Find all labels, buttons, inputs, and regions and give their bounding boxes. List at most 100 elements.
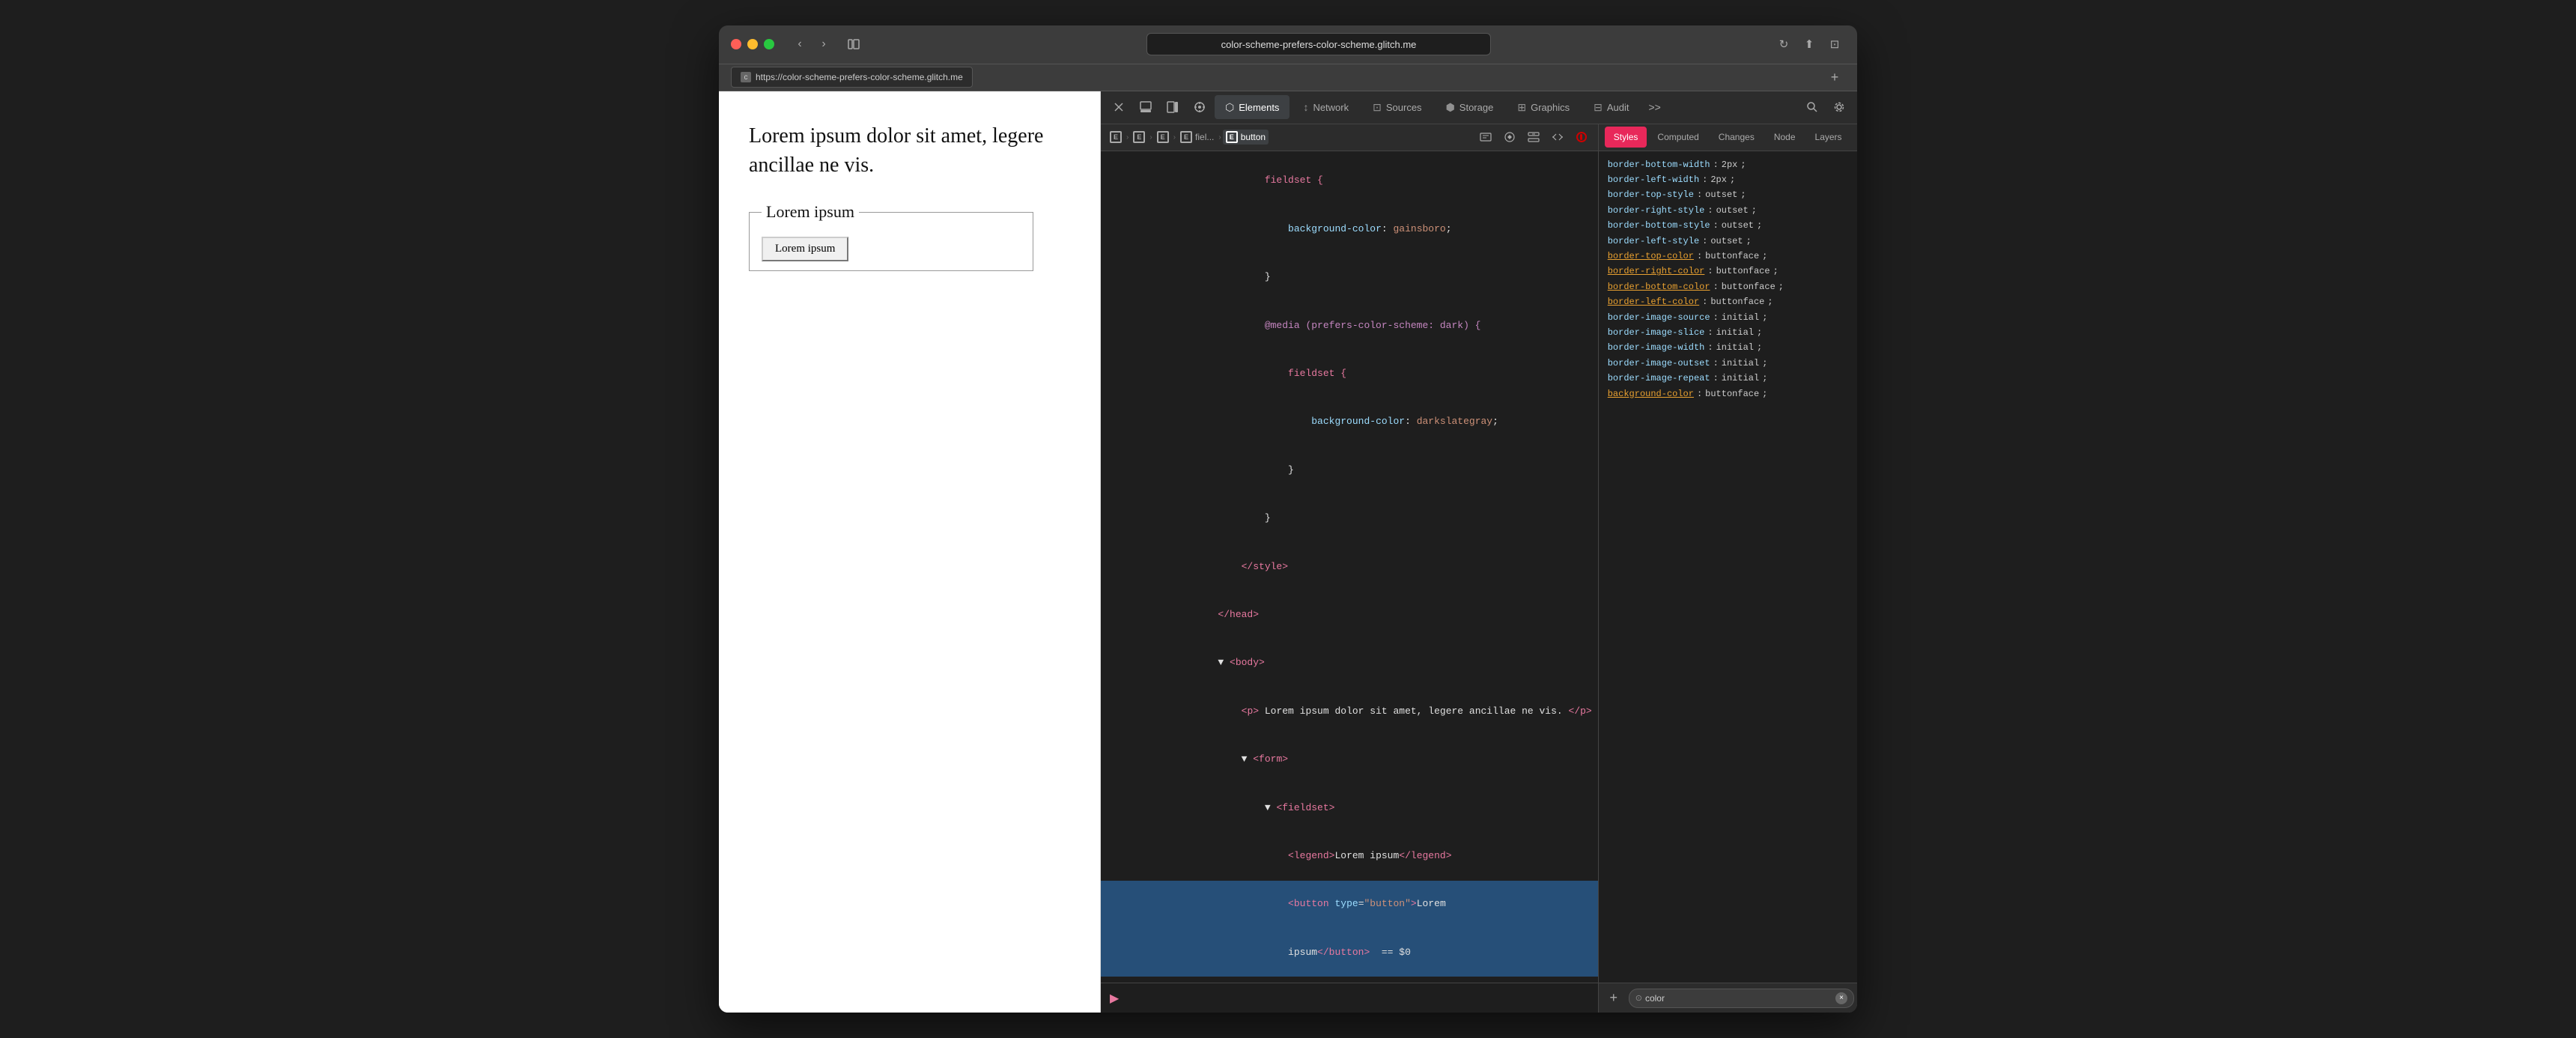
tab-sources[interactable]: ⊡ Sources: [1362, 95, 1432, 119]
dom-line[interactable]: ▼ <fieldset>: [1101, 784, 1598, 832]
maximize-button[interactable]: [764, 39, 774, 49]
network-icon: ↕: [1303, 101, 1308, 113]
dom-line[interactable]: @media (prefers-color-scheme: dark) {: [1101, 302, 1598, 350]
dom-line[interactable]: fieldset {: [1101, 157, 1598, 205]
share-button[interactable]: ⬆: [1799, 34, 1820, 55]
close-button[interactable]: [731, 39, 741, 49]
edit-as-html-button[interactable]: [1547, 127, 1568, 148]
style-property-background-color: background-color : buttonface ;: [1608, 386, 1857, 401]
bc-chevron-4: ›: [1218, 133, 1221, 142]
dom-line[interactable]: ▼ <form>: [1101, 735, 1598, 783]
dom-line[interactable]: fieldset {: [1101, 350, 1598, 398]
style-property-border-right-style: border-right-style : outset ;: [1608, 203, 1857, 218]
storage-icon: ⬢: [1446, 101, 1455, 114]
minimize-button[interactable]: [747, 39, 758, 49]
styles-tabs: Styles Computed Changes Node Layers: [1599, 124, 1857, 151]
styles-tab-node[interactable]: Node: [1765, 127, 1805, 148]
breadcrumb-item-2[interactable]: E: [1130, 130, 1148, 145]
tab-network[interactable]: ↕ Network: [1292, 95, 1359, 119]
tab-favicon: c: [741, 72, 751, 82]
nav-buttons: ‹ ›: [789, 34, 834, 55]
filter-input-wrapper: ⊙ ×: [1629, 989, 1854, 1008]
dom-line[interactable]: background-color: gainsboro;: [1101, 205, 1598, 253]
tab-audit[interactable]: ⊟ Audit: [1583, 95, 1639, 119]
new-rule-button[interactable]: [1475, 127, 1496, 148]
dock-bottom-button[interactable]: [1134, 95, 1158, 119]
dom-line[interactable]: </style>: [1101, 543, 1598, 591]
bc-chevron-2: ›: [1149, 133, 1152, 142]
style-property-border-left-color: border-left-color : buttonface ;: [1608, 294, 1857, 309]
breadcrumb-item-button[interactable]: E button: [1223, 130, 1269, 145]
style-property-border-bottom-style: border-bottom-style : outset ;: [1608, 218, 1857, 233]
breadcrumb-item-fieldset[interactable]: E fiel...: [1177, 130, 1217, 145]
dom-line[interactable]: <legend>Lorem ipsum</legend>: [1101, 832, 1598, 880]
styles-footer: + ⊙ × Classes: [1599, 983, 1857, 1013]
audit-icon: ⊟: [1594, 101, 1603, 114]
reload-button[interactable]: ↻: [1773, 34, 1794, 55]
force-state-button[interactable]: [1499, 127, 1520, 148]
dom-line[interactable]: }: [1101, 253, 1598, 301]
dock-right-button[interactable]: [1161, 95, 1185, 119]
sidebar-toggle-button[interactable]: [843, 34, 864, 55]
settings-button[interactable]: [1827, 95, 1851, 119]
dom-line-selected[interactable]: <button type="button">Lorem: [1101, 881, 1598, 929]
dom-line[interactable]: </head>: [1101, 591, 1598, 639]
dom-pane: E › E › E › E fiel...: [1101, 124, 1599, 1013]
new-tab-button[interactable]: +: [1824, 67, 1845, 88]
back-button[interactable]: ‹: [789, 34, 810, 55]
tab-label: https://color-scheme-prefers-color-schem…: [756, 72, 963, 82]
toggle-classes-button[interactable]: [1523, 127, 1544, 148]
main-area: Lorem ipsum dolor sit amet, legere ancil…: [719, 91, 1857, 1013]
dom-line[interactable]: ▼ <body>: [1101, 640, 1598, 688]
break-on-button[interactable]: [1571, 127, 1592, 148]
tab-audit-label: Audit: [1607, 102, 1629, 113]
close-devtools-button[interactable]: [1107, 95, 1131, 119]
styles-tab-layers[interactable]: Layers: [1806, 127, 1851, 148]
dom-line[interactable]: }: [1101, 446, 1598, 494]
style-property-border-left-style: border-left-style : outset ;: [1608, 234, 1857, 249]
demo-button[interactable]: Lorem ipsum: [762, 237, 848, 261]
console-bar: ▶: [1101, 983, 1598, 1013]
url-input[interactable]: [1146, 33, 1491, 55]
browser-content: Lorem ipsum dolor sit amet, legere ancil…: [719, 91, 1101, 1013]
bc-label-button: button: [1241, 132, 1266, 142]
styles-tab-changes[interactable]: Changes: [1710, 127, 1764, 148]
tab-storage[interactable]: ⬢ Storage: [1436, 95, 1504, 119]
style-property-border-right-color: border-right-color : buttonface ;: [1608, 264, 1857, 279]
dom-line[interactable]: background-color: darkslategray;: [1101, 398, 1598, 446]
style-property-border-image-slice: border-image-slice : initial ;: [1608, 325, 1857, 340]
styles-tab-styles[interactable]: Styles: [1605, 127, 1647, 148]
tab-bar: c https://color-scheme-prefers-color-sch…: [719, 64, 1857, 91]
styles-pane: Styles Computed Changes Node Layers bord…: [1599, 124, 1857, 1013]
add-style-rule-button[interactable]: +: [1605, 989, 1623, 1007]
breadcrumb-item-1[interactable]: E: [1107, 130, 1125, 145]
dom-line[interactable]: }: [1101, 494, 1598, 542]
browser-tab[interactable]: c https://color-scheme-prefers-color-sch…: [731, 67, 973, 88]
bc-tag-button: E: [1226, 131, 1238, 143]
styles-content[interactable]: border-bottom-width : 2px ; border-left-…: [1599, 151, 1857, 983]
search-button[interactable]: [1800, 95, 1824, 119]
tab-elements-label: Elements: [1239, 102, 1279, 113]
fieldset-demo: Lorem ipsum Lorem ipsum: [749, 202, 1033, 271]
filter-clear-button[interactable]: ×: [1835, 992, 1847, 1004]
breadcrumb-item-3[interactable]: E: [1154, 130, 1172, 145]
style-property-border-image-source: border-image-source : initial ;: [1608, 310, 1857, 325]
styles-tab-computed[interactable]: Computed: [1648, 127, 1707, 148]
title-bar-actions: ↻ ⬆ ⊡: [1773, 34, 1845, 55]
filter-circle-icon: ⊙: [1635, 993, 1642, 1003]
tab-elements[interactable]: ⬡ Elements: [1215, 95, 1289, 119]
dom-line[interactable]: <p> Lorem ipsum dolor sit amet, legere a…: [1101, 688, 1598, 735]
dom-content[interactable]: fieldset { background-color: gainsboro; …: [1101, 151, 1598, 983]
filter-input[interactable]: [1645, 993, 1832, 1004]
style-property-border-image-repeat: border-image-repeat : initial ;: [1608, 371, 1857, 386]
fullscreen-button[interactable]: ⊡: [1824, 34, 1845, 55]
dom-line-selected-end[interactable]: ipsum</button> == $0: [1101, 929, 1598, 977]
style-property-border-left-width: border-left-width : 2px ;: [1608, 172, 1857, 187]
more-tabs-button[interactable]: >>: [1642, 95, 1666, 119]
inspect-button[interactable]: [1188, 95, 1212, 119]
tab-storage-label: Storage: [1459, 102, 1494, 113]
tab-graphics[interactable]: ⊞ Graphics: [1507, 95, 1580, 119]
forward-button[interactable]: ›: [813, 34, 834, 55]
bc-tag-3: E: [1157, 131, 1169, 143]
style-property-border-image-width: border-image-width : initial ;: [1608, 340, 1857, 355]
